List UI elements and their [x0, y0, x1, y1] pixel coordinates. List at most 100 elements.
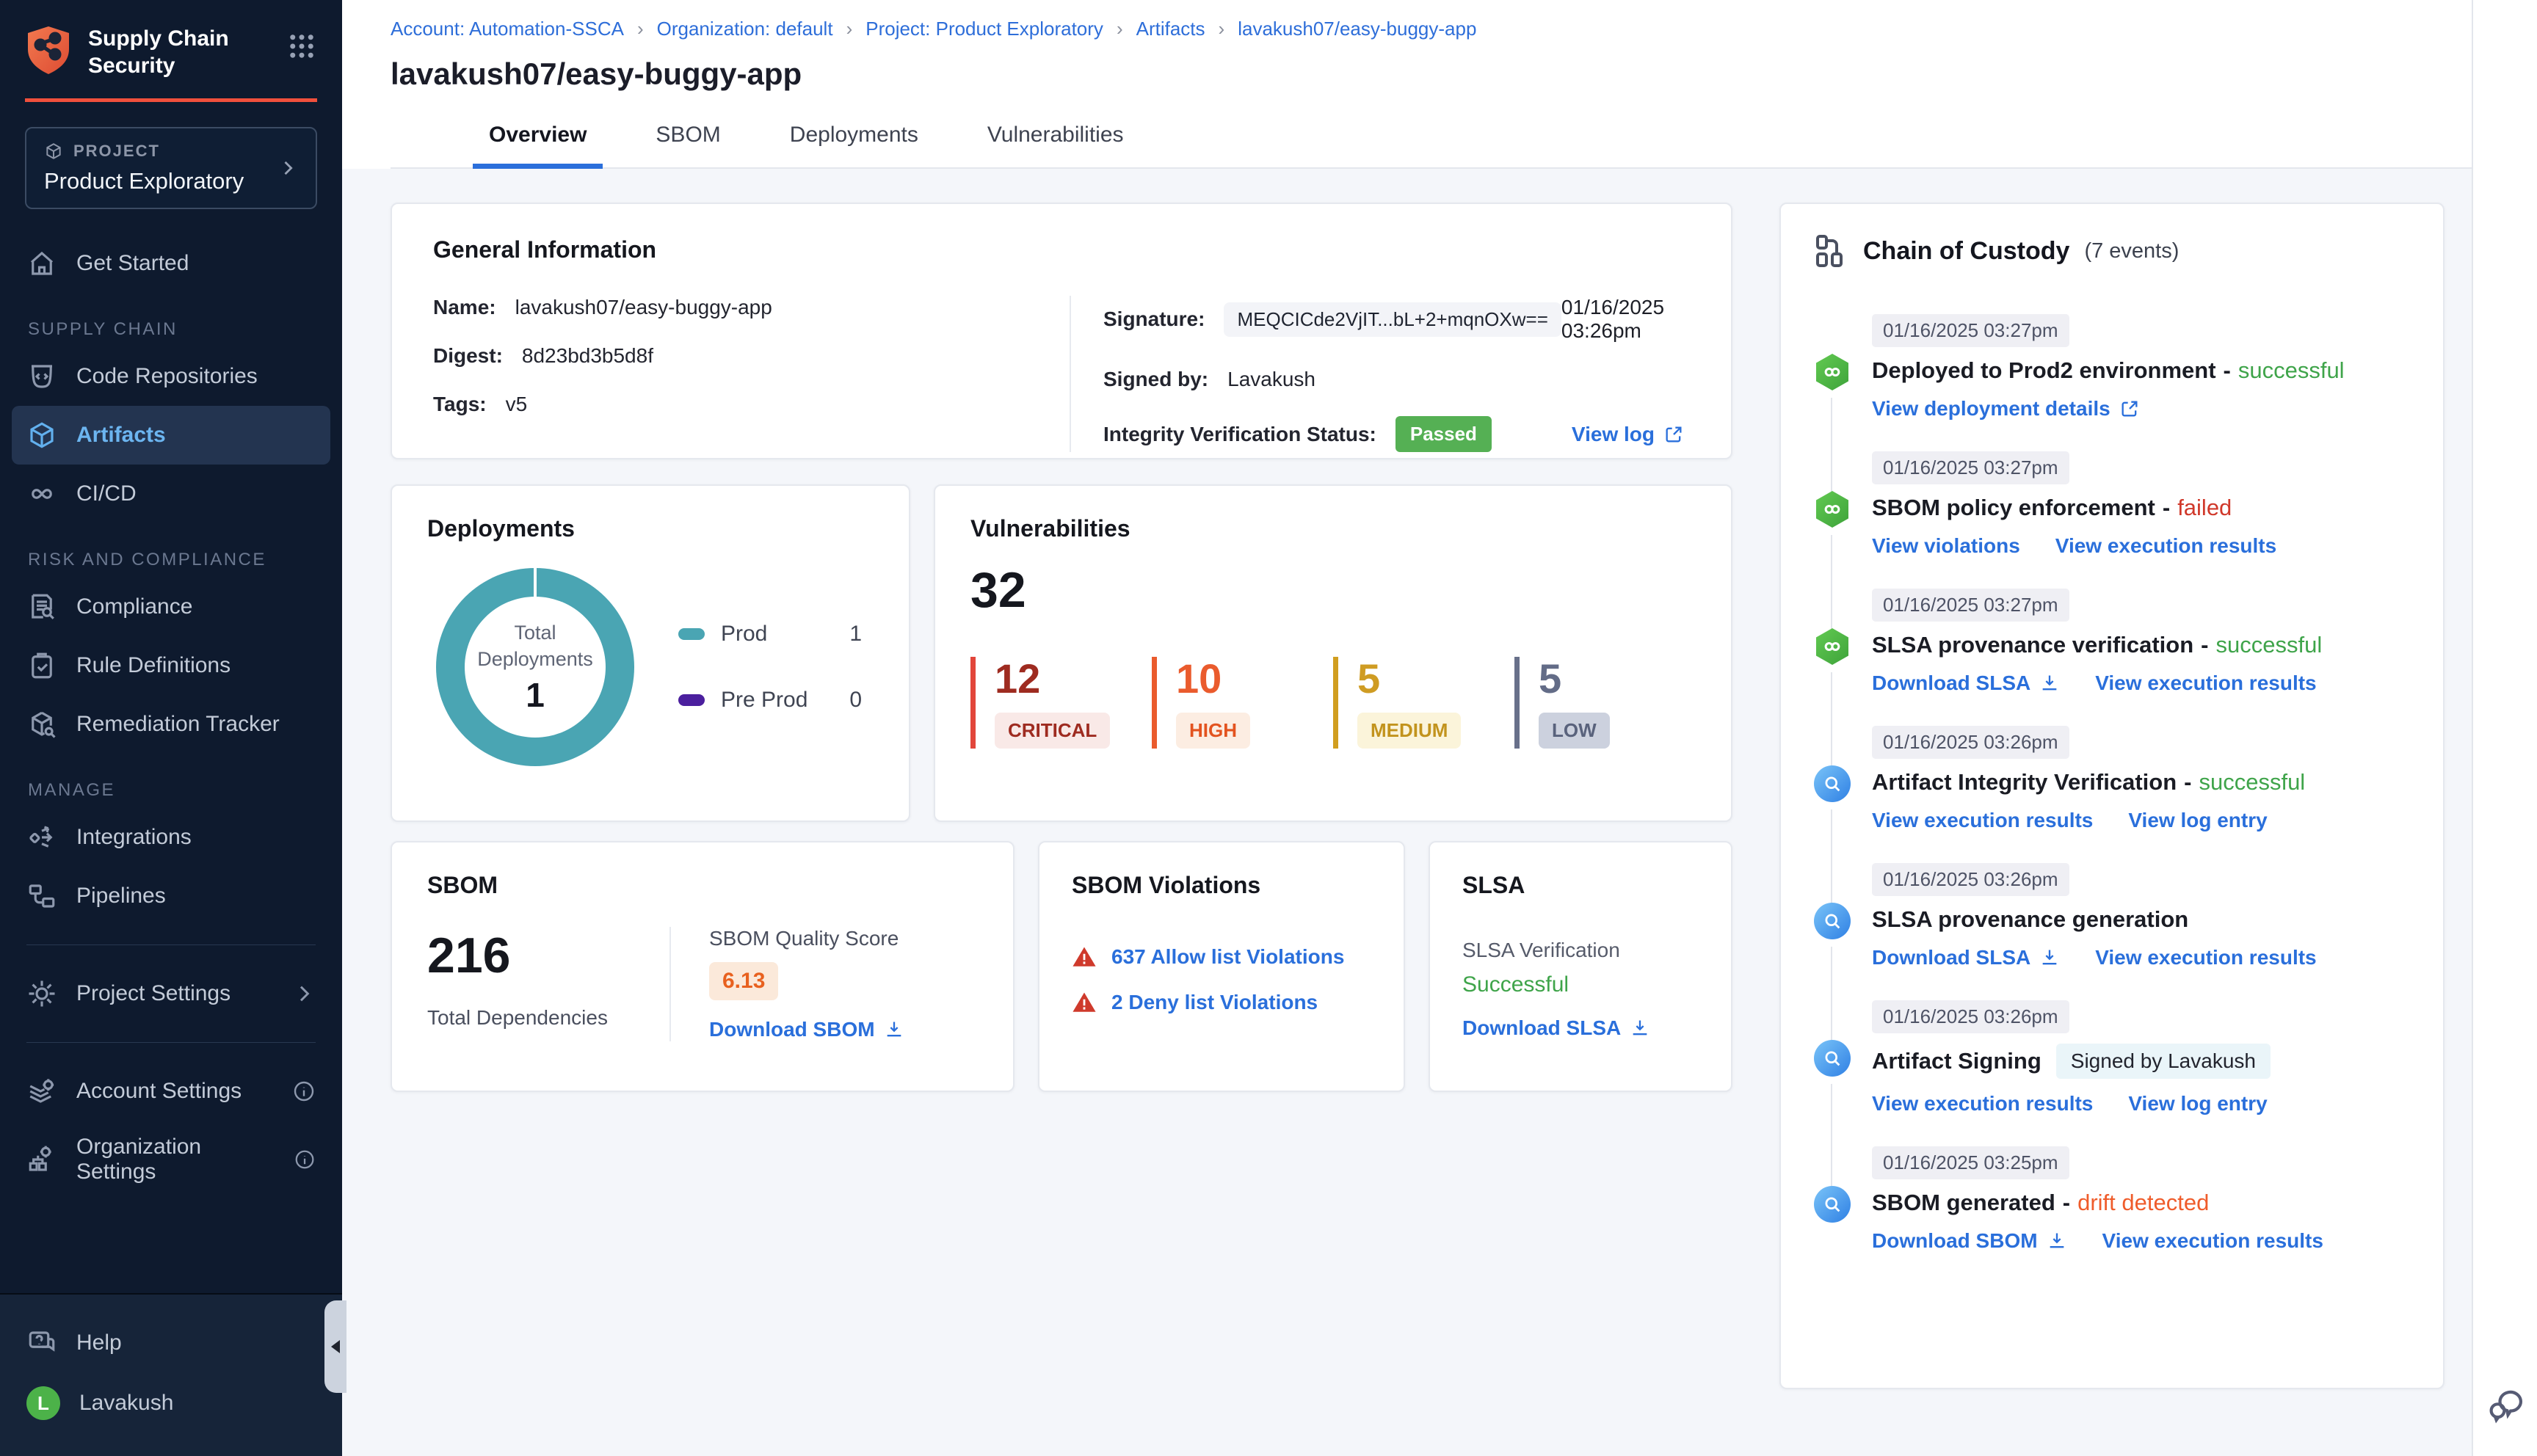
signature-label: Signature:	[1103, 307, 1205, 330]
sidebar-item-cicd[interactable]: CI/CD	[12, 465, 330, 523]
card-title: Deployments	[427, 515, 575, 542]
deny-list-violations-row: 2 Deny list Violations	[1072, 990, 1371, 1015]
view-execution-results-link[interactable]: View execution results	[2095, 946, 2316, 969]
project-name: Product Exploratory	[44, 168, 244, 194]
chain-of-custody-title: Chain of Custody	[1863, 236, 2070, 265]
total-dependencies-value: 216	[427, 928, 511, 983]
sidebar-bottom: Help L Lavakush	[0, 1293, 342, 1456]
clipboard-check-icon	[32, 652, 52, 679]
sidebar-item-label: Account Settings	[76, 1079, 242, 1103]
info-icon[interactable]	[294, 1148, 316, 1171]
name-label: Name:	[433, 296, 496, 318]
event-sbom-policy-enforcement: 01/16/2025 03:27pm SBOM policy enforceme…	[1813, 451, 2411, 631]
sidebar-item-label: Remediation Tracker	[76, 712, 280, 736]
collapse-arrow-icon	[331, 1340, 340, 1353]
sidebar-item-artifacts[interactable]: Artifacts	[12, 406, 330, 465]
sidebar-item-account-settings[interactable]: Account Settings	[12, 1062, 330, 1121]
user-menu[interactable]: L Lavakush	[12, 1372, 330, 1434]
divider	[26, 1042, 316, 1043]
tab-vulnerabilities[interactable]: Vulnerabilities	[971, 111, 1140, 169]
breadcrumb-account[interactable]: Account: Automation-SSCA	[391, 18, 624, 40]
sidebar-item-help[interactable]: Help	[12, 1314, 330, 1372]
view-execution-results-link[interactable]: View execution results	[2102, 1229, 2323, 1253]
total-dependencies-label: Total Dependencies	[427, 1006, 608, 1029]
breadcrumb-artifact-name[interactable]: lavakush07/easy-buggy-app	[1238, 18, 1476, 40]
download-icon	[2042, 675, 2057, 691]
view-execution-results-link[interactable]: View execution results	[1872, 1092, 2093, 1115]
sidebar-item-code-repositories[interactable]: Code Repositories	[12, 347, 330, 406]
view-violations-link[interactable]: View violations	[1872, 534, 2020, 558]
quality-score-label: SBOM Quality Score	[709, 927, 899, 950]
download-sbom-link[interactable]: Download SBOM	[1872, 1229, 2067, 1253]
sidebar-item-compliance[interactable]: Compliance	[12, 578, 330, 636]
sidebar-item-get-started[interactable]: Get Started	[12, 234, 330, 293]
user-name: Lavakush	[79, 1391, 174, 1415]
accent-bar	[25, 98, 317, 102]
compliance-doc-icon	[32, 594, 54, 619]
breadcrumb-artifacts[interactable]: Artifacts	[1136, 18, 1205, 40]
info-icon[interactable]	[292, 1080, 316, 1103]
breadcrumb-organization[interactable]: Organization: default	[657, 18, 833, 40]
sidebar-item-pipelines[interactable]: Pipelines	[12, 867, 330, 925]
slsa-card: SLSA SLSA Verification Successful Downlo…	[1429, 841, 1732, 1092]
severity-low: 5 LOW	[1514, 657, 1696, 749]
download-slsa-link[interactable]: Download SLSA	[1872, 946, 2060, 969]
tabs: Overview SBOM Deployments Vulnerabilitie…	[391, 111, 2472, 169]
dash: -	[2184, 769, 2192, 795]
sidebar-item-remediation-tracker[interactable]: Remediation Tracker	[12, 695, 330, 754]
view-deployment-details-link[interactable]: View deployment details	[1872, 397, 2140, 421]
event-timestamp: 01/16/2025 03:27pm	[1872, 314, 2069, 347]
breadcrumb-project[interactable]: Project: Product Exploratory	[865, 18, 1103, 40]
deny-list-violations-link[interactable]: 2 Deny list Violations	[1111, 991, 1318, 1014]
signed-by-value: Lavakush	[1227, 368, 1315, 390]
download-slsa-link[interactable]: Download SLSA	[1872, 671, 2060, 695]
view-log-entry-link[interactable]: View log entry	[2128, 809, 2267, 832]
chain-of-custody-icon	[1816, 235, 1843, 267]
org-gear-icon	[29, 1146, 51, 1171]
section-header-manage: MANAGE	[28, 780, 116, 800]
download-sbom-link[interactable]: Download SBOM	[709, 1018, 904, 1041]
chain-of-custody-timeline: 01/16/2025 03:27pm Deployed to Prod2 env…	[1813, 314, 2411, 1253]
view-log-entry-link[interactable]: View log entry	[2128, 1092, 2267, 1115]
project-selector[interactable]: PROJECT Product Exploratory	[25, 127, 317, 209]
divider	[26, 944, 316, 945]
event-slsa-provenance-generation: 01/16/2025 03:26pm SLSA provenance gener…	[1813, 863, 2411, 1043]
sidebar-item-rule-definitions[interactable]: Rule Definitions	[12, 636, 330, 695]
sidebar-item-label: Organization Settings	[76, 1135, 202, 1184]
pipeline-step-icon	[1816, 491, 1848, 528]
tab-deployments[interactable]: Deployments	[774, 111, 934, 169]
severity-badge: CRITICAL	[995, 713, 1111, 749]
tab-sbom[interactable]: SBOM	[639, 111, 736, 169]
sidebar-collapse-handle[interactable]	[324, 1300, 346, 1393]
allow-list-violations-link[interactable]: 637 Allow list Violations	[1111, 945, 1344, 969]
sbom-violations-card: SBOM Violations 637 Allow list Violation…	[1038, 841, 1405, 1092]
tab-overview[interactable]: Overview	[473, 111, 603, 169]
pipeline-step-icon	[1816, 628, 1848, 665]
view-execution-results-link[interactable]: View execution results	[2095, 671, 2316, 695]
feedback-chat-icon[interactable]	[2485, 1384, 2526, 1425]
project-cube-icon	[46, 143, 61, 159]
signed-by-label: Signed by:	[1103, 368, 1209, 390]
sidebar-item-project-settings[interactable]: Project Settings	[12, 964, 330, 1023]
event-status: failed	[2177, 495, 2232, 520]
sidebar: Supply Chain Security PROJECT Product Ex…	[0, 0, 346, 1456]
sidebar-item-integrations[interactable]: Integrations	[12, 808, 330, 867]
sidebar-item-organization-settings[interactable]: Organization Settings	[12, 1121, 330, 1198]
event-status: successful	[2237, 357, 2345, 383]
view-execution-results-link[interactable]: View execution results	[1872, 809, 2093, 832]
view-execution-results-link[interactable]: View execution results	[2055, 534, 2276, 558]
module-grid-icon[interactable]	[286, 31, 317, 62]
page-title: lavakush07/easy-buggy-app	[391, 57, 802, 91]
download-slsa-link[interactable]: Download SLSA	[1462, 1016, 1650, 1040]
event-status: successful	[2215, 632, 2323, 658]
prod-value: 1	[849, 621, 862, 646]
event-timestamp: 01/16/2025 03:26pm	[1872, 726, 2069, 759]
event-status: successful	[2199, 769, 2306, 795]
dash: -	[2062, 1190, 2071, 1215]
overview-column: General Information Name: lavakush07/easy…	[391, 203, 1732, 1092]
view-log-link[interactable]: View log	[1572, 423, 1690, 446]
sidebar-item-label: Code Repositories	[76, 364, 258, 388]
vulnerabilities-card: Vulnerabilities 32 12 CRITICAL 10 HIGH 5	[934, 484, 1732, 822]
right-rail	[2472, 0, 2537, 1456]
slsa-verification-label: SLSA Verification	[1462, 939, 1620, 961]
